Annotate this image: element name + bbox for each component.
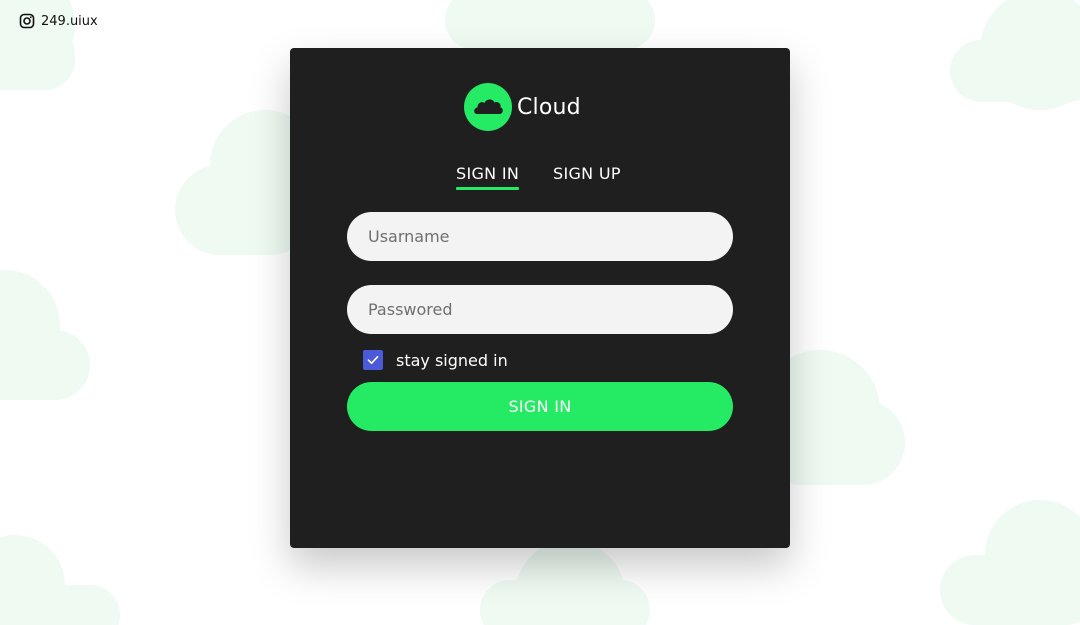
background-cloud-top-center <box>445 0 655 50</box>
watermark: 249.uiux <box>19 13 98 29</box>
brand-name: Cloud <box>517 94 581 120</box>
background-cloud-bottom-left <box>0 535 120 625</box>
cloud-icon <box>474 99 503 114</box>
stay-signed-in-option[interactable]: stay signed in <box>363 350 508 370</box>
background-cloud-far-left <box>0 270 90 400</box>
checkmark-icon <box>367 355 379 365</box>
background-cloud-top-right <box>950 0 1080 110</box>
stay-signed-in-label: stay signed in <box>396 350 508 370</box>
tab-sign-up[interactable]: SIGN UP <box>553 164 621 183</box>
brand-logo <box>464 83 512 131</box>
tab-sign-in[interactable]: SIGN IN <box>456 164 520 190</box>
auth-tabs: SIGN IN SIGN UP <box>290 164 790 194</box>
brand: Cloud <box>464 83 581 131</box>
sign-in-button[interactable]: SIGN IN <box>347 382 733 431</box>
stay-signed-in-checkbox[interactable] <box>363 350 383 370</box>
watermark-handle: 249.uiux <box>41 13 98 29</box>
background-cloud-bottom-center <box>480 540 650 625</box>
background-cloud-bottom-right <box>940 500 1080 625</box>
password-input[interactable] <box>347 285 733 334</box>
username-input[interactable] <box>347 212 733 261</box>
instagram-icon <box>19 13 35 29</box>
login-card: Cloud SIGN IN SIGN UP stay signed in SIG… <box>290 48 790 548</box>
